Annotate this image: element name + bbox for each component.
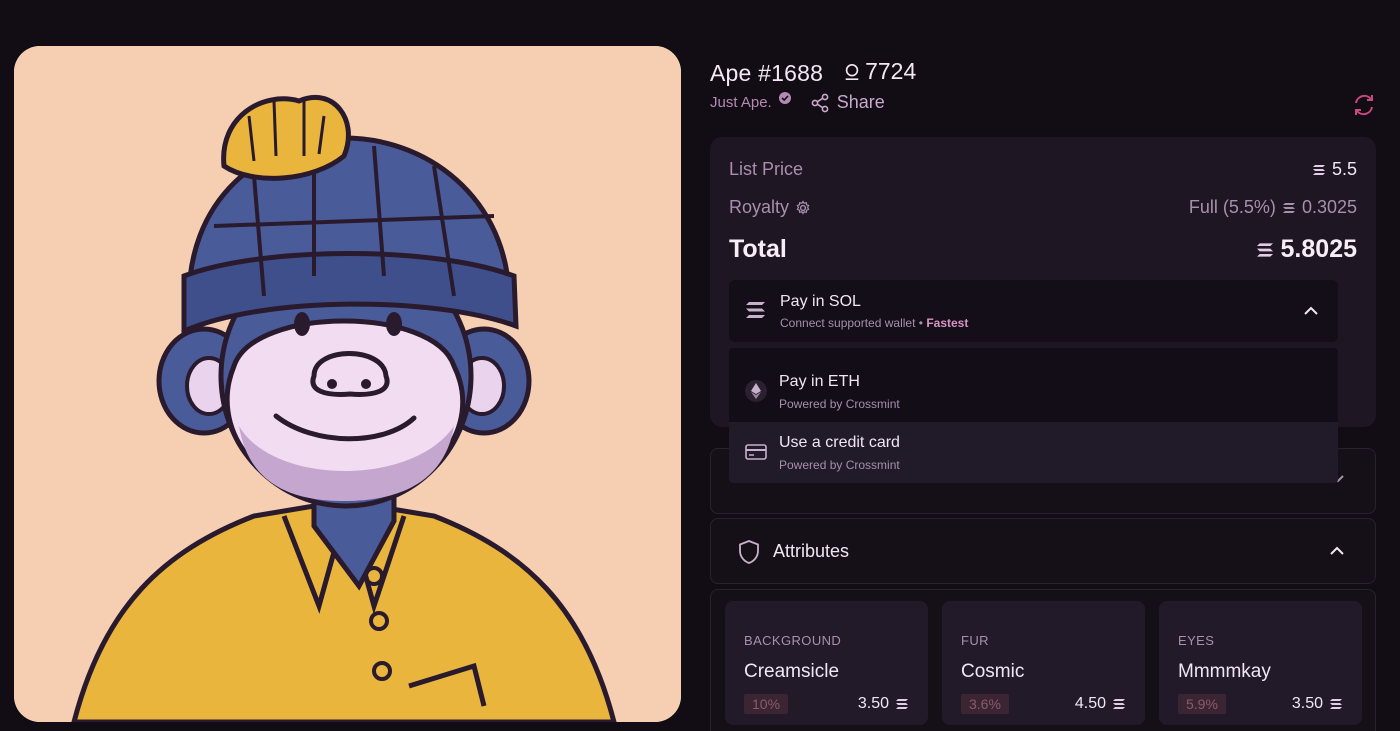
- attribute-value: Mmmmkay: [1178, 661, 1271, 682]
- attribute-price-value: 3.50: [857, 695, 889, 712]
- nft-title: Ape #1688: [710, 59, 824, 86]
- payment-option-title: Use a credit card: [779, 434, 900, 451]
- attribute-value: Cosmic: [961, 661, 1025, 682]
- share-label: Share: [836, 92, 885, 112]
- rank-badge[interactable]: 7724: [843, 58, 916, 85]
- payment-separator: •: [918, 316, 923, 330]
- royalty-label-wrap: Royalty: [729, 197, 811, 218]
- gear-icon[interactable]: [795, 199, 811, 216]
- total-value: 5.8025: [1280, 235, 1357, 263]
- attribute-floor-price: 4.50: [1075, 695, 1126, 713]
- rank-value: 7724: [865, 58, 917, 84]
- ethereum-icon: [745, 380, 767, 402]
- payment-selected-title: Pay in SOL: [780, 293, 861, 310]
- attribute-price-value: 4.50: [1074, 695, 1106, 712]
- payment-option-subtitle: Powered by Crossmint: [779, 458, 900, 472]
- solana-icon: [746, 302, 765, 318]
- payment-option-subtitle: Powered by Crossmint: [779, 397, 900, 411]
- attributes-title: Attributes: [773, 541, 850, 561]
- attribute-rarity: 5.9%: [1178, 694, 1226, 714]
- sol-icon: [1282, 202, 1295, 213]
- attributes-grid: BACKGROUND Creamsicle 10% 3.50 FUR Cosmi…: [710, 589, 1376, 731]
- ape-illustration: [14, 46, 681, 722]
- payment-selected-subtitle: Connect supported wallet: [780, 316, 916, 330]
- attribute-card[interactable]: EYES Mmmmkay 5.9% 3.50: [1159, 601, 1362, 725]
- payment-option-eth[interactable]: Pay in ETH Powered by Crossmint: [729, 361, 1338, 422]
- share-icon: [811, 93, 829, 112]
- title-row: Ape #1688 7724: [710, 58, 916, 87]
- attributes-header[interactable]: Attributes: [710, 518, 1376, 584]
- royalty-mode[interactable]: Full (5.5%): [1189, 197, 1276, 218]
- nft-artwork[interactable]: [14, 46, 681, 722]
- attribute-value: Creamsicle: [744, 661, 840, 682]
- sol-icon: [1256, 242, 1273, 257]
- royalty-label: Royalty: [729, 197, 790, 217]
- list-price-value: 5.5: [1331, 159, 1357, 179]
- sol-icon: [1113, 699, 1125, 709]
- payment-option-card[interactable]: Use a credit card Powered by Crossmint: [729, 422, 1338, 483]
- royalty-value-wrap: Full (5.5%) 0.3025: [1189, 197, 1357, 218]
- total-label: Total: [729, 235, 787, 263]
- royalty-value: 0.3025: [1301, 197, 1357, 217]
- sol-icon: [1330, 699, 1342, 709]
- fastest-badge: Fastest: [926, 316, 969, 330]
- attribute-type: BACKGROUND: [744, 633, 842, 648]
- attribute-type: FUR: [961, 633, 989, 648]
- attribute-price-value: 3.50: [1291, 695, 1323, 712]
- chevron-up-icon: [1330, 546, 1344, 555]
- collection-link[interactable]: Just Ape.: [710, 94, 772, 111]
- refresh-icon[interactable]: [1351, 92, 1377, 118]
- attribute-card[interactable]: FUR Cosmic 3.6% 4.50: [942, 601, 1145, 725]
- credit-card-icon: [745, 444, 767, 460]
- attribute-floor-price: 3.50: [858, 695, 909, 713]
- share-button[interactable]: Share: [810, 92, 885, 113]
- attribute-floor-price: 3.50: [1292, 695, 1343, 713]
- chevron-up-icon: [1304, 306, 1318, 315]
- payment-selected-subtitle-wrap: Connect supported wallet • Fastest: [780, 316, 968, 330]
- total-row: Total 5.8025: [729, 235, 1357, 264]
- sol-icon: [1312, 164, 1325, 175]
- royalty-row: Royalty Full (5.5%) 0.3025: [729, 197, 1357, 218]
- shield-icon: [739, 540, 759, 564]
- attribute-rarity: 3.6%: [961, 694, 1009, 714]
- total-value-wrap: 5.8025: [1255, 235, 1357, 264]
- payment-dropdown-menu: Pay in ETH Powered by Crossmint Use a cr…: [729, 348, 1338, 483]
- attribute-card[interactable]: BACKGROUND Creamsicle 10% 3.50: [725, 601, 928, 725]
- list-price-label: List Price: [729, 159, 804, 179]
- sol-icon: [896, 699, 908, 709]
- attribute-type: EYES: [1178, 633, 1215, 648]
- payment-method-select[interactable]: Pay in SOL Connect supported wallet • Fa…: [729, 280, 1338, 342]
- attribute-rarity: 10%: [744, 694, 789, 714]
- verified-icon: [778, 91, 791, 104]
- rank-icon: [845, 63, 859, 80]
- subtitle-row: Just Ape. Share: [710, 91, 885, 113]
- list-price-value-wrap: 5.5: [1312, 159, 1357, 180]
- payment-option-title: Pay in ETH: [779, 373, 860, 390]
- list-price-row: List Price 5.5: [729, 159, 1357, 180]
